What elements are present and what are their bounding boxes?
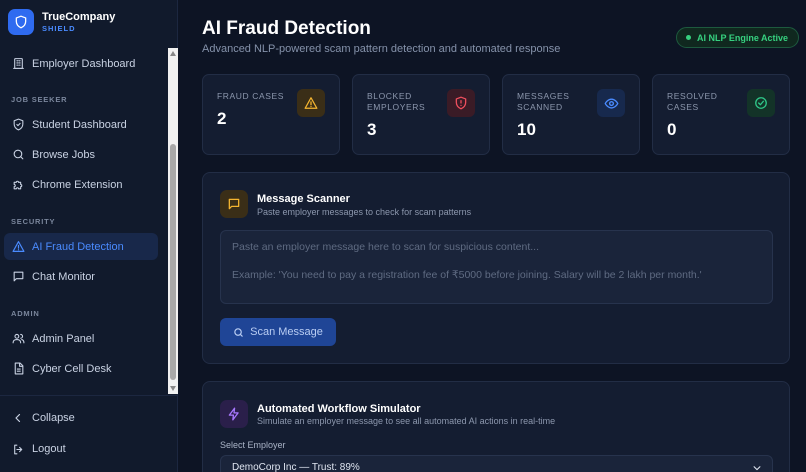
section-label-job-seeker: JOB SEEKER	[11, 95, 68, 104]
sidebar-nav: Employer Dashboard JOB SEEKER Student Da…	[0, 48, 168, 394]
message-input-example: Example: 'You need to pay a registration…	[232, 269, 702, 281]
sidebar-item-chat-monitor[interactable]: Chat Monitor	[4, 263, 158, 290]
stat-card-resolved-cases: RESOLVED CASES 0	[652, 74, 790, 155]
sidebar-item-label: Cyber Cell Desk	[32, 362, 112, 375]
message-square-icon	[11, 270, 25, 284]
sidebar-scrollbar[interactable]	[168, 48, 178, 394]
scroll-up-arrow-icon[interactable]	[170, 51, 176, 56]
sidebar-item-label: Browse Jobs	[32, 148, 95, 161]
logout-icon	[11, 442, 25, 456]
sidebar-item-student-dashboard[interactable]: Student Dashboard	[4, 111, 158, 138]
section-label-security: SECURITY	[11, 217, 56, 226]
main-content: AI Fraud Detection Advanced NLP-powered …	[179, 0, 806, 472]
sidebar-item-browse-jobs[interactable]: Browse Jobs	[4, 141, 158, 168]
sidebar-item-label: Chat Monitor	[32, 270, 95, 283]
employer-select-value: DemoCorp Inc — Trust: 89%	[232, 461, 360, 472]
search-icon	[11, 148, 25, 162]
scroll-thumb[interactable]	[170, 144, 176, 380]
sidebar-item-admin-panel[interactable]: Admin Panel	[4, 325, 158, 352]
sidebar-item-label: Admin Panel	[32, 332, 95, 345]
alert-triangle-icon	[11, 240, 25, 254]
brand-name: TrueCompany	[42, 10, 116, 23]
panel-subtitle: Simulate an employer message to see all …	[257, 416, 556, 426]
message-scanner-panel: Message Scanner Paste employer messages …	[202, 172, 790, 364]
workflow-simulator-panel: Automated Workflow Simulator Simulate an…	[202, 381, 790, 472]
sidebar-item-label: Chrome Extension	[32, 178, 123, 191]
sidebar-item-label: Employer Dashboard	[32, 57, 136, 70]
collapse-button[interactable]: Collapse	[4, 406, 75, 430]
stat-value: 2	[217, 109, 227, 128]
panel-title: Automated Workflow Simulator	[257, 403, 421, 415]
collapse-label: Collapse	[32, 412, 75, 424]
brand[interactable]: TrueCompany SHIELD	[8, 8, 115, 36]
scroll-down-arrow-icon[interactable]	[170, 386, 176, 391]
shield-alert-icon	[447, 89, 475, 117]
sidebar-bottom: Collapse Logout	[0, 395, 178, 472]
brand-subtitle: SHIELD	[42, 23, 76, 33]
panel-subtitle: Paste employer messages to check for sca…	[257, 207, 472, 217]
shield-check-icon	[11, 118, 25, 132]
section-label-admin: ADMIN	[11, 309, 40, 318]
logout-button[interactable]: Logout	[4, 437, 66, 461]
stat-value: 0	[667, 120, 677, 139]
message-square-icon	[220, 190, 248, 218]
stat-label: RESOLVED CASES	[667, 91, 718, 112]
file-text-icon	[11, 362, 25, 376]
stat-label: FRAUD CASES	[217, 91, 285, 101]
building-icon	[11, 57, 25, 71]
check-circle-icon	[747, 89, 775, 117]
users-icon	[11, 332, 25, 346]
chevron-left-icon	[11, 411, 25, 425]
sidebar-item-label: AI Fraud Detection	[32, 240, 124, 253]
page-subtitle: Advanced NLP-powered scam pattern detect…	[202, 43, 561, 55]
stat-label: MESSAGES SCANNED	[517, 91, 570, 112]
stat-label: BLOCKED EMPLOYERS	[367, 91, 426, 112]
sidebar: TrueCompany SHIELD Employer Dashboard JO…	[0, 0, 178, 472]
sidebar-item-ai-fraud-detection[interactable]: AI Fraud Detection	[4, 233, 158, 260]
stat-value: 3	[367, 120, 377, 139]
panel-title: Message Scanner	[257, 193, 350, 205]
puzzle-icon	[11, 178, 25, 192]
employer-select[interactable]: DemoCorp Inc — Trust: 89%	[220, 455, 773, 472]
shield-logo-icon	[8, 9, 34, 35]
sidebar-item-cyber-cell-desk[interactable]: Cyber Cell Desk	[4, 355, 158, 382]
sidebar-item-employer-dashboard[interactable]: Employer Dashboard	[4, 50, 158, 77]
scan-message-button[interactable]: Scan Message	[220, 318, 336, 346]
stat-value: 10	[517, 120, 536, 139]
status-badge-label: AI NLP Engine Active	[697, 32, 789, 43]
select-employer-label: Select Employer	[220, 440, 286, 450]
scan-message-label: Scan Message	[250, 326, 323, 338]
stat-card-fraud-cases: FRAUD CASES 2	[202, 74, 340, 155]
chevron-down-icon	[752, 463, 762, 472]
lightning-icon	[220, 400, 248, 428]
sidebar-item-chrome-extension[interactable]: Chrome Extension	[4, 171, 158, 198]
sidebar-item-label: Student Dashboard	[32, 118, 127, 131]
alert-triangle-icon	[297, 89, 325, 117]
page-title: AI Fraud Detection	[202, 18, 371, 39]
stat-card-messages-scanned: MESSAGES SCANNED 10	[502, 74, 640, 155]
status-dot-icon	[686, 35, 691, 40]
stat-card-blocked-employers: BLOCKED EMPLOYERS 3	[352, 74, 490, 155]
search-icon	[233, 327, 244, 338]
message-input-placeholder: Paste an employer message here to scan f…	[232, 241, 539, 253]
message-input[interactable]: Paste an employer message here to scan f…	[220, 230, 773, 304]
status-badge: AI NLP Engine Active	[676, 27, 800, 48]
eye-icon	[597, 89, 625, 117]
logout-label: Logout	[32, 443, 66, 455]
